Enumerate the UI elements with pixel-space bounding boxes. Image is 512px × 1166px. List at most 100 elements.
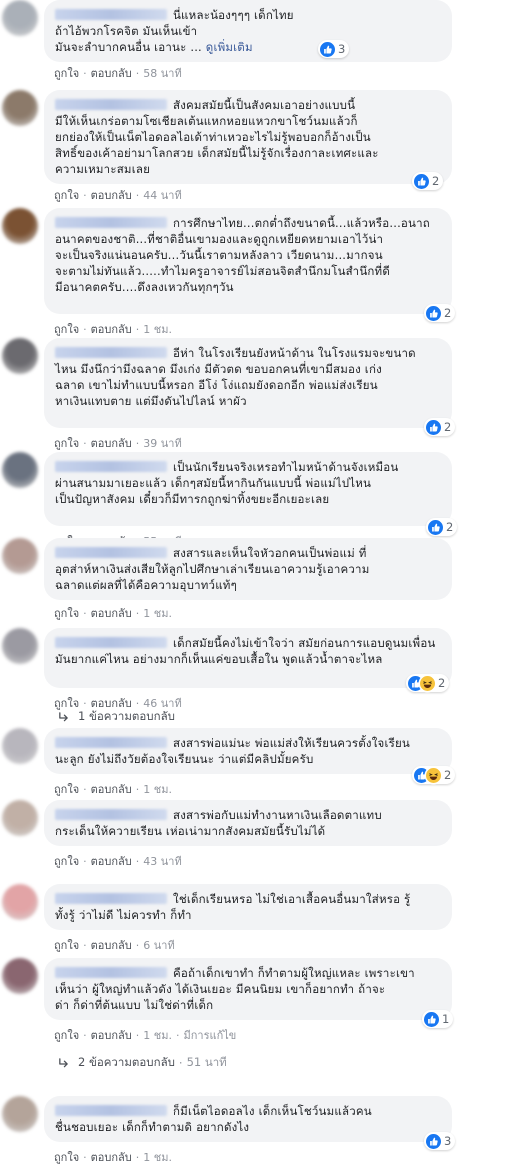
avatar[interactable]	[2, 958, 38, 994]
like-link[interactable]: ถูกใจ	[54, 939, 79, 952]
comment-timestamp[interactable]: 1 ชม.	[143, 1151, 172, 1164]
like-reaction	[320, 41, 335, 57]
reply-link[interactable]: ตอบกลับ	[91, 1151, 132, 1164]
comment-timestamp[interactable]: 1 ชม.	[143, 783, 172, 796]
avatar[interactable]	[2, 338, 38, 374]
commenter-name[interactable]	[55, 1105, 167, 1116]
comment-timestamp[interactable]: 1 ชม.	[143, 607, 172, 620]
separator-dot: ·	[83, 783, 87, 796]
commenter-name[interactable]	[55, 547, 167, 558]
reaction-count: 2	[444, 306, 452, 320]
haha-reaction	[420, 675, 435, 691]
avatar[interactable]	[2, 800, 38, 836]
avatar[interactable]	[2, 884, 38, 920]
commenter-name[interactable]	[55, 99, 167, 110]
like-link[interactable]: ถูกใจ	[54, 607, 79, 620]
view-replies-link[interactable]: 1 ข้อความตอบกลับ	[58, 708, 175, 726]
replies-count-label: 1 ข้อความตอบกลับ	[78, 709, 175, 723]
edited-label[interactable]: มีการแก้ไข	[183, 1029, 236, 1042]
reaction-count: 3	[444, 1134, 452, 1148]
commenter-name[interactable]	[55, 9, 167, 20]
separator-dot: ·	[83, 189, 87, 202]
reply-link[interactable]: ตอบกลับ	[91, 323, 132, 336]
thumbs-up-icon	[428, 1015, 436, 1023]
reply-link[interactable]: ตอบกลับ	[91, 189, 132, 202]
comment-actions: ถูกใจ · ตอบกลับ · 1 ชม.	[54, 780, 172, 798]
reaction-summary[interactable]: 2	[412, 172, 444, 190]
like-link[interactable]: ถูกใจ	[54, 783, 79, 796]
comment: ก็มีเน็ตไอดอลไง เด็กเห็นโชว์นมแล้วคน ชื่…	[0, 1096, 512, 1164]
avatar[interactable]	[2, 452, 38, 488]
reaction-summary[interactable]: 2	[424, 418, 456, 436]
commenter-name[interactable]	[55, 461, 167, 472]
commenter-name[interactable]	[55, 217, 167, 228]
commenter-name[interactable]	[55, 637, 167, 648]
commenter-name[interactable]	[55, 967, 167, 978]
view-replies-link[interactable]: 2 ข้อความตอบกลับ · 51 นาที	[58, 1054, 227, 1072]
reaction-summary[interactable]: 3	[424, 1132, 456, 1150]
separator-dot: ·	[83, 67, 87, 80]
reply-link[interactable]: ตอบกลับ	[91, 437, 132, 450]
separator-dot: ·	[135, 437, 140, 450]
separator-dot: ·	[135, 189, 140, 202]
comment: สงสารพ่อกับแม่ทำงานหาเงินเลือดตาแทบ กระเ…	[0, 800, 512, 868]
reply-link[interactable]: ตอบกลับ	[91, 67, 132, 80]
comment-actions: ถูกใจ · ตอบกลับ · 1 ชม.	[54, 1148, 172, 1166]
reaction-summary[interactable]: 2	[426, 518, 458, 536]
like-link[interactable]: ถูกใจ	[54, 1151, 79, 1164]
comment-bubble: ใช่เด็กเรียนหรอ ไม่ใช่เอาเสื้อคนอื่นมาใส…	[44, 884, 452, 930]
comment: สงสารและเห็นใจหัวอกคนเป็นพ่อแม่ ที่ อุตส…	[0, 538, 512, 620]
comment-bubble: สงสารและเห็นใจหัวอกคนเป็นพ่อแม่ ที่ อุตส…	[44, 538, 452, 600]
commenter-name[interactable]	[55, 893, 167, 904]
reaction-count: 2	[438, 676, 446, 690]
avatar[interactable]	[2, 1096, 38, 1132]
reaction-summary[interactable]: 1	[422, 1010, 454, 1028]
reaction-summary[interactable]: 3	[318, 40, 350, 58]
comment-timestamp[interactable]: 1 ชม.	[143, 323, 172, 336]
like-link[interactable]: ถูกใจ	[54, 437, 79, 450]
avatar[interactable]	[2, 90, 38, 126]
avatar[interactable]	[2, 208, 38, 244]
comment-timestamp[interactable]: 58 นาที	[143, 67, 181, 80]
haha-reaction	[426, 767, 441, 783]
haha-face-icon	[429, 772, 438, 780]
avatar[interactable]	[2, 728, 38, 764]
like-link[interactable]: ถูกใจ	[54, 67, 79, 80]
comment: สังคมสมัยนี้เป็นสังคมเอาอย่างแบบนี้ มีให…	[0, 90, 512, 202]
reply-link[interactable]: ตอบกลับ	[91, 939, 132, 952]
reaction-count: 2	[444, 420, 452, 434]
reply-link[interactable]: ตอบกลับ	[91, 1029, 132, 1042]
replies-timestamp: 51 นาที	[186, 1055, 227, 1069]
commenter-name[interactable]	[55, 347, 167, 358]
comment-actions: ถูกใจ · ตอบกลับ · 44 นาที	[54, 186, 182, 204]
reaction-count: 1	[442, 1012, 450, 1026]
separator-dot: ·	[135, 939, 140, 952]
reaction-summary[interactable]: 2	[424, 304, 456, 322]
comment-timestamp[interactable]: 6 นาที	[143, 939, 174, 952]
like-link[interactable]: ถูกใจ	[54, 855, 79, 868]
avatar[interactable]	[2, 0, 38, 36]
separator-dot: ·	[135, 1151, 140, 1164]
like-link[interactable]: ถูกใจ	[54, 323, 79, 336]
avatar[interactable]	[2, 628, 38, 664]
avatar[interactable]	[2, 538, 38, 574]
reply-link[interactable]: ตอบกลับ	[91, 855, 132, 868]
reaction-summary[interactable]: 2	[412, 766, 456, 784]
comment: นี่แหละน้องๆๆๆ เด็กไทย ถ้าไอ้พวกโรคจิต ม…	[0, 0, 512, 80]
comment-actions: ถูกใจ · ตอบกลับ · 1 ชม.	[54, 320, 172, 338]
comment-timestamp[interactable]: 44 นาที	[143, 189, 181, 202]
reaction-summary[interactable]: 2	[406, 674, 450, 692]
see-more-link[interactable]: ดูเพิ่มเติม	[206, 40, 253, 54]
like-link[interactable]: ถูกใจ	[54, 189, 79, 202]
like-reaction	[426, 305, 441, 321]
commenter-name[interactable]	[55, 737, 167, 748]
reply-arrow-icon	[59, 1057, 68, 1067]
reply-link[interactable]: ตอบกลับ	[91, 783, 132, 796]
commenter-name[interactable]	[55, 809, 167, 820]
comment-timestamp[interactable]: 1 ชม.	[143, 1029, 172, 1042]
comment-timestamp[interactable]: 39 นาที	[143, 437, 181, 450]
separator-dot: ·	[83, 323, 87, 336]
reply-link[interactable]: ตอบกลับ	[91, 607, 132, 620]
comment-timestamp[interactable]: 43 นาที	[143, 855, 181, 868]
like-link[interactable]: ถูกใจ	[54, 1029, 79, 1042]
